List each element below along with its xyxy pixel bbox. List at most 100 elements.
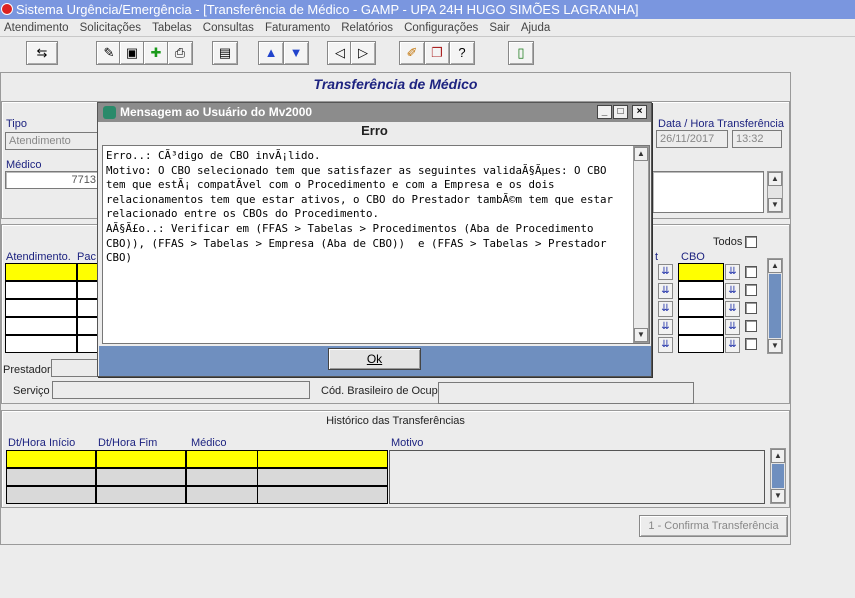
row-checkbox[interactable]	[745, 338, 757, 350]
cod-brasileiro-label: Cód. Brasileiro de Ocup.	[321, 385, 441, 397]
atendimento-cell[interactable]	[5, 335, 77, 353]
atendimento-cell[interactable]	[5, 317, 77, 335]
dialog-title-bar: Mensagem ao Usuário do Mv2000 _ □ ×	[98, 103, 651, 122]
menu-configuracoes[interactable]: Configurações	[400, 19, 482, 37]
scroll-up-icon[interactable]: ▲	[634, 147, 648, 161]
scroll-down-icon[interactable]: ▼	[634, 328, 648, 342]
todos-checkbox[interactable]	[745, 236, 757, 248]
exit-icon[interactable]: ⇆	[26, 41, 58, 65]
cbo-cell[interactable]	[678, 281, 724, 299]
scroll-up-icon[interactable]: ▲	[768, 172, 782, 186]
arrow-down-icon[interactable]: ▼	[283, 41, 309, 65]
clipboard-icon[interactable]: ▤	[212, 41, 238, 65]
cbo-dropdown-icon[interactable]: ⇊	[725, 319, 740, 335]
medico-label: Médico	[6, 159, 42, 171]
hist-motivo-header: Motivo	[391, 437, 424, 449]
page-title: Transferência de Médico	[313, 76, 478, 92]
door-icon[interactable]: ▯	[508, 41, 534, 65]
paciente-header: Pac	[77, 251, 96, 263]
copy-icon[interactable]: ❐	[424, 41, 450, 65]
scroll-up-icon[interactable]: ▲	[771, 449, 785, 463]
message-scrollbar[interactable]: ▲ ▼	[633, 146, 649, 343]
scroll-up-icon[interactable]: ▲	[768, 259, 782, 273]
cod-brasileiro-field[interactable]	[438, 382, 694, 404]
paciente-cell[interactable]	[77, 281, 99, 299]
menu-tabelas[interactable]: Tabelas	[148, 19, 196, 37]
hist-medico-nome-cell[interactable]	[257, 468, 388, 486]
hist-motivo-field[interactable]	[389, 450, 765, 504]
paciente-cell[interactable]	[77, 263, 99, 281]
row-checkbox[interactable]	[745, 320, 757, 332]
cbo-cell[interactable]	[678, 317, 724, 335]
scrollbar-thumb[interactable]	[769, 274, 781, 338]
help-icon[interactable]: ?	[449, 41, 475, 65]
arrow-up-icon[interactable]: ▲	[258, 41, 284, 65]
medico-obs-scrollbar[interactable]: ▲ ▼	[767, 171, 783, 213]
historico-scrollbar[interactable]: ▲ ▼	[770, 448, 786, 504]
paciente-cell[interactable]	[77, 335, 99, 353]
t-dropdown-icon[interactable]: ⇊	[658, 301, 673, 317]
save-icon[interactable]: ▣	[119, 41, 145, 65]
hist-fim-cell[interactable]	[96, 450, 186, 468]
hist-medico-cell[interactable]	[186, 468, 258, 486]
hist-inicio-cell[interactable]	[6, 468, 96, 486]
hist-medico-nome-cell[interactable]	[257, 486, 388, 504]
menu-ajuda[interactable]: Ajuda	[517, 19, 554, 37]
scrollbar-thumb[interactable]	[772, 464, 784, 488]
cbo-dropdown-icon[interactable]: ⇊	[725, 283, 740, 299]
atendimentos-scrollbar[interactable]: ▲ ▼	[767, 258, 783, 354]
cbo-cell[interactable]	[678, 263, 724, 281]
row-checkbox[interactable]	[745, 302, 757, 314]
menu-sair[interactable]: Sair	[485, 19, 513, 37]
next-icon[interactable]: ▷	[350, 41, 376, 65]
hist-inicio-cell[interactable]	[6, 486, 96, 504]
scroll-down-icon[interactable]: ▼	[771, 489, 785, 503]
cbo-dropdown-icon[interactable]: ⇊	[725, 337, 740, 353]
paciente-cell[interactable]	[77, 317, 99, 335]
add-icon[interactable]: ✚	[143, 41, 169, 65]
pen-icon[interactable]: ✐	[399, 41, 425, 65]
atendimento-cell[interactable]	[5, 263, 77, 281]
row-checkbox[interactable]	[745, 284, 757, 296]
maximize-icon[interactable]: □	[613, 105, 628, 119]
cbo-cell[interactable]	[678, 335, 724, 353]
paciente-cell[interactable]	[77, 299, 99, 317]
t-dropdown-icon[interactable]: ⇊	[658, 319, 673, 335]
t-dropdown-icon[interactable]: ⇊	[658, 264, 673, 280]
row-checkbox[interactable]	[745, 266, 757, 278]
tipo-field[interactable]: Atendimento	[5, 132, 100, 150]
cbo-dropdown-icon[interactable]: ⇊	[725, 264, 740, 280]
hora-field[interactable]: 13:32	[732, 130, 782, 148]
servico-field[interactable]	[52, 381, 310, 399]
hist-fim-cell[interactable]	[96, 486, 186, 504]
todos-label: Todos	[713, 236, 743, 248]
toolbar: ⇆ ✎ ▣ ✚ ⎙ ▤ ▲ ▼ ◁ ▷ ✐ ❐ ? ▯	[0, 38, 855, 68]
medico-field[interactable]: 7713	[5, 171, 100, 189]
scroll-down-icon[interactable]: ▼	[768, 339, 782, 353]
prestador-field[interactable]	[51, 359, 101, 377]
close-icon[interactable]: ×	[632, 105, 647, 119]
menu-faturamento[interactable]: Faturamento	[261, 19, 334, 37]
hist-medico-cell[interactable]	[186, 486, 258, 504]
hist-medico-nome-cell[interactable]	[257, 450, 388, 468]
t-dropdown-icon[interactable]: ⇊	[658, 283, 673, 299]
menu-solicitacoes[interactable]: Solicitações	[76, 19, 145, 37]
confirma-transferencia-button[interactable]: 1 - Confirma Transferência	[639, 515, 788, 537]
menu-atendimento[interactable]: Atendimento	[0, 19, 73, 37]
menu-consultas[interactable]: Consultas	[199, 19, 258, 37]
atendimento-cell[interactable]	[5, 281, 77, 299]
hist-inicio-cell[interactable]	[6, 450, 96, 468]
minimize-icon[interactable]: _	[597, 105, 612, 119]
data-field[interactable]: 26/11/2017	[656, 130, 728, 148]
hist-medico-cell[interactable]	[186, 450, 258, 468]
ok-button[interactable]: Ok	[328, 348, 421, 370]
cbo-cell[interactable]	[678, 299, 724, 317]
scroll-down-icon[interactable]: ▼	[768, 198, 782, 212]
atendimento-cell[interactable]	[5, 299, 77, 317]
hist-fim-cell[interactable]	[96, 468, 186, 486]
menu-relatorios[interactable]: Relatórios	[337, 19, 397, 37]
cbo-dropdown-icon[interactable]: ⇊	[725, 301, 740, 317]
print-icon[interactable]: ⎙	[167, 41, 193, 65]
t-dropdown-icon[interactable]: ⇊	[658, 337, 673, 353]
medico-obs-field[interactable]	[652, 171, 764, 213]
